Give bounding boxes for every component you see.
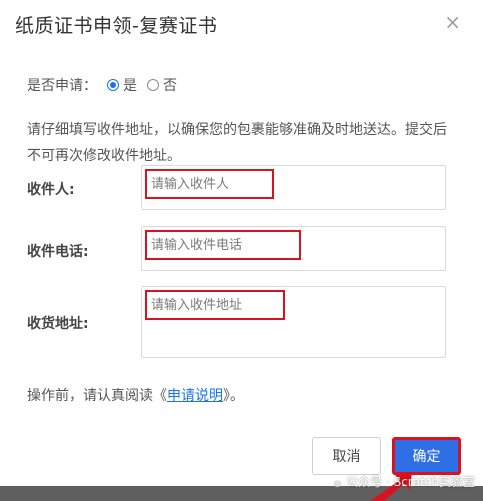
radio-yes-label: 是 (123, 78, 137, 94)
instructions-link[interactable]: 申请说明 (167, 388, 223, 404)
radio-no[interactable]: 否 (147, 75, 177, 95)
phone-box (141, 226, 446, 271)
watermark-text: 公众号 · Scratch实验室 (346, 475, 475, 489)
watermark: 公众号 · Scratch实验室 (328, 473, 475, 490)
address-box (141, 286, 446, 358)
address-label: 收货地址: (27, 316, 89, 332)
phone-input[interactable] (145, 230, 301, 260)
read-notice-suffix: 》。 (223, 388, 244, 404)
read-notice-prefix: 操作前，请认真阅读《 (27, 388, 167, 404)
wechat-icon (328, 476, 342, 487)
address-input[interactable] (145, 290, 285, 320)
apply-label: 是否申请： (27, 78, 97, 94)
apply-row: 是否申请： 是 否 (27, 75, 177, 95)
recipient-input[interactable] (145, 169, 274, 199)
confirm-button[interactable]: 确定 (392, 437, 461, 475)
dialog-title: 纸质证书申领-复赛证书 (15, 15, 218, 37)
cancel-button[interactable]: 取消 (312, 437, 381, 475)
radio-unchecked-icon[interactable] (147, 79, 159, 91)
radio-no-label: 否 (163, 78, 177, 94)
recipient-box (141, 165, 446, 210)
recipient-label: 收件人: (27, 182, 75, 198)
read-notice: 操作前，请认真阅读《申请说明》。 (27, 385, 244, 405)
radio-checked-icon[interactable] (107, 79, 119, 91)
address-notice: 请仔细填写收件地址，以确保您的包裹能够准确及时地送达。提交后不可再次修改收件地址… (27, 122, 447, 164)
certificate-dialog: 纸质证书申领-复赛证书 × 是否申请： 是 否 请仔细填写收件地址，以确保您的包… (0, 0, 483, 487)
phone-label: 收件电话: (27, 244, 89, 260)
close-icon[interactable]: × (444, 12, 461, 32)
radio-yes[interactable]: 是 (107, 75, 137, 95)
